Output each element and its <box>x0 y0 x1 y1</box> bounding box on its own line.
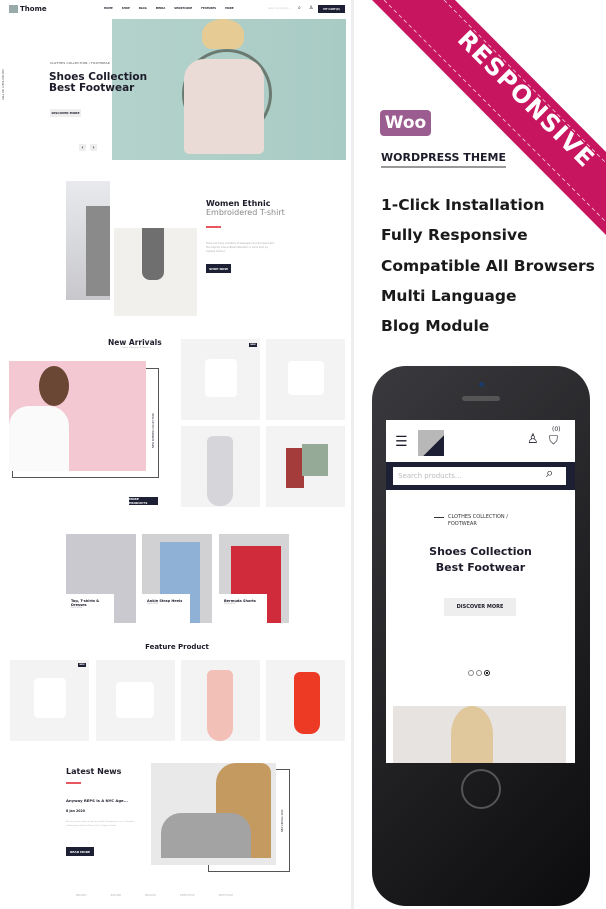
search-bar: Search products... ⌕ <box>386 462 575 490</box>
basket-icon[interactable]: ⛉ <box>549 433 558 448</box>
mobile-hero-title: Shoes Collection Best Footwear <box>429 545 532 574</box>
slider-dot[interactable] <box>468 670 474 676</box>
mobile-discover-button[interactable]: DISCOVER MORE <box>444 598 516 616</box>
mobile-banner-image <box>393 706 566 763</box>
speaker-icon <box>462 396 500 401</box>
home-button[interactable] <box>461 769 501 809</box>
woo-logo: Woo <box>380 110 431 136</box>
cart-count: (0) <box>552 426 561 433</box>
mobile-logo[interactable] <box>418 430 444 456</box>
feature-item: Multi Language <box>381 287 517 305</box>
feature-item: Blog Module <box>381 317 490 335</box>
mobile-search-input[interactable]: Search products... <box>393 467 566 485</box>
phone-screen: ☰ ♙ (0) ⛉ Search products... ⌕ CLOTHES C… <box>386 420 575 763</box>
slider-dot[interactable] <box>476 670 482 676</box>
slider-dots <box>468 670 490 676</box>
slider-dot-active[interactable] <box>484 670 490 676</box>
camera-icon <box>479 382 484 387</box>
menu-icon[interactable]: ☰ <box>395 434 408 450</box>
feature-item: Fully Responsive <box>381 226 528 244</box>
feature-item: 1-Click Installation <box>381 196 545 214</box>
search-icon[interactable]: ⌕ <box>546 466 553 481</box>
theme-label: WORDPRESS THEME <box>381 151 506 168</box>
mobile-eyebrow: CLOTHES COLLECTION / FOOTWEAR <box>448 514 508 527</box>
feature-item: Compatible All Browsers <box>381 257 595 275</box>
user-icon[interactable]: ♙ <box>527 432 539 447</box>
